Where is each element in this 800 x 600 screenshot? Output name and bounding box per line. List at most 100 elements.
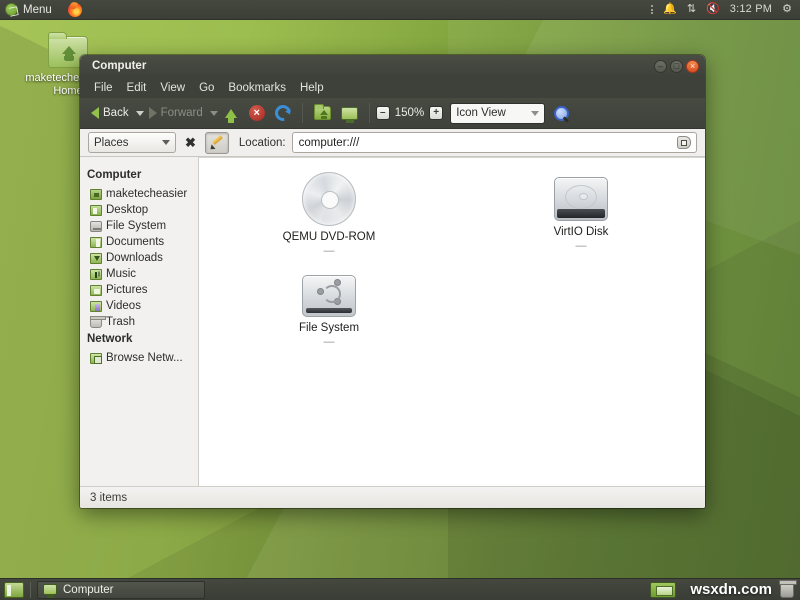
sidebar-item-maketecheasier[interactable]: maketecheasier: [80, 186, 198, 202]
location-input[interactable]: computer:///: [292, 132, 697, 153]
menu-button[interactable]: Menu: [0, 0, 59, 20]
close-icon: ×: [687, 61, 698, 72]
sidebar-item-label: Browse Netw...: [106, 352, 183, 364]
reload-button[interactable]: [270, 102, 296, 124]
zoom-in-icon: +: [433, 108, 439, 118]
maximize-button[interactable]: □: [670, 60, 683, 73]
sidebar-item-pictures[interactable]: Pictures: [80, 282, 198, 298]
sidebar-item-file-system[interactable]: File System: [80, 218, 198, 234]
places-select[interactable]: Places: [88, 132, 176, 153]
back-button[interactable]: Back: [86, 104, 134, 122]
zoom-level-label: 150%: [395, 107, 424, 119]
list-item[interactable]: VirtIO Disk —: [506, 172, 656, 252]
view-mode-value: Icon View: [456, 107, 506, 119]
system-tray: 🔔 ⇅ 🔇 3:12 PM ⚙: [651, 0, 800, 20]
computer-button[interactable]: [336, 104, 363, 123]
forward-button[interactable]: Forward: [144, 104, 208, 122]
file-manager-window: Computer – □ × File Edit View Go Bookmar…: [80, 55, 705, 508]
menu-edit[interactable]: Edit: [121, 80, 153, 96]
list-item[interactable]: File System —: [254, 268, 404, 348]
bell-icon[interactable]: 🔔: [663, 4, 677, 15]
forward-label: Forward: [161, 107, 203, 119]
window-controls: – □ ×: [654, 60, 699, 73]
zoom-in-button[interactable]: +: [429, 106, 443, 120]
sidebar-item-music[interactable]: Music: [80, 266, 198, 282]
item-sublabel: —: [254, 245, 404, 257]
window-title: Computer: [92, 60, 146, 72]
sidebar-item-label: Documents: [106, 236, 164, 248]
stop-icon: ×: [249, 105, 265, 121]
watermark-text: wsxdn.com: [690, 581, 772, 598]
documents-icon: [90, 237, 102, 248]
computer-monitor-icon: [341, 107, 358, 120]
clock[interactable]: 3:12 PM: [730, 4, 772, 15]
sidebar-item-videos[interactable]: Videos: [80, 298, 198, 314]
computer-monitor-icon: [43, 584, 57, 595]
home-icon: [90, 189, 102, 200]
menu-view[interactable]: View: [154, 80, 191, 96]
sidebar-item-browse-network[interactable]: Browse Netw...: [80, 350, 198, 366]
back-history-caret-icon[interactable]: [136, 111, 144, 116]
item-sublabel: —: [506, 240, 656, 252]
up-button[interactable]: [218, 106, 244, 121]
statusbar: 3 items: [80, 486, 705, 508]
speaker-muted-icon[interactable]: 🔇: [706, 4, 720, 15]
sidebar-item-label: Pictures: [106, 284, 148, 296]
reload-icon: [272, 102, 294, 124]
menu-file[interactable]: File: [88, 80, 119, 96]
sidebar-section-computer: Computer: [80, 166, 198, 186]
file-view[interactable]: QEMU DVD-ROM — VirtIO Disk — File System…: [199, 157, 705, 486]
taskbar-button-computer[interactable]: Computer: [37, 581, 205, 599]
stop-button[interactable]: ×: [244, 102, 270, 124]
clear-entry-icon[interactable]: [677, 136, 691, 149]
linux-mint-logo-icon: [5, 3, 18, 16]
more-dots-icon[interactable]: [651, 5, 653, 14]
close-button[interactable]: ×: [686, 60, 699, 73]
sidebar-item-desktop[interactable]: Desktop: [80, 202, 198, 218]
network-up-down-icon[interactable]: ⇅: [687, 4, 696, 15]
network-browse-icon: [90, 353, 102, 364]
minimize-button[interactable]: –: [654, 60, 667, 73]
menu-help[interactable]: Help: [294, 80, 330, 96]
menu-bookmarks[interactable]: Bookmarks: [222, 80, 292, 96]
bottom-panel: Computer wsxdn.com: [0, 578, 800, 600]
sidebar: Computer maketecheasier Desktop File Sys…: [80, 157, 199, 486]
sidebar-item-downloads[interactable]: Downloads: [80, 250, 198, 266]
sidebar-item-documents[interactable]: Documents: [80, 234, 198, 250]
sidebar-item-label: Music: [106, 268, 136, 280]
home-button[interactable]: [309, 103, 336, 123]
pencil-edit-icon[interactable]: [205, 132, 229, 154]
sidebar-item-trash[interactable]: Trash: [80, 314, 198, 330]
ubuntu-drive-icon: [302, 275, 356, 317]
status-text: 3 items: [90, 492, 127, 504]
back-label: Back: [103, 107, 129, 119]
list-item[interactable]: QEMU DVD-ROM —: [254, 172, 404, 257]
menu-go[interactable]: Go: [193, 80, 220, 96]
trash-icon[interactable]: [780, 582, 794, 598]
search-icon[interactable]: [554, 106, 569, 121]
view-mode-select[interactable]: Icon View: [450, 103, 545, 124]
power-gear-icon[interactable]: ⚙: [782, 4, 792, 15]
firefox-icon[interactable]: [68, 3, 82, 17]
stop-glyph: ×: [254, 108, 260, 119]
ubuntu-logo-icon: [318, 280, 342, 304]
toolbar-separator: [369, 103, 370, 123]
toolbar: Back Forward × – 150% + Icon View: [80, 98, 705, 129]
zoom-out-button[interactable]: –: [376, 106, 390, 120]
chevron-down-icon: [531, 111, 539, 116]
location-label: Location:: [239, 137, 286, 149]
sidebar-section-network: Network: [80, 330, 198, 350]
workspace-switcher-icon[interactable]: [650, 582, 676, 598]
window-titlebar[interactable]: Computer – □ ×: [80, 55, 705, 77]
home-folder-icon: [314, 106, 331, 120]
close-sidebar-icon[interactable]: ✖: [182, 134, 199, 151]
item-label: VirtIO Disk: [506, 226, 656, 238]
taskbar-button-label: Computer: [63, 584, 114, 596]
downloads-icon: [90, 253, 102, 264]
sidebar-item-label: Downloads: [106, 252, 163, 264]
icon-grid: QEMU DVD-ROM — VirtIO Disk — File System…: [199, 158, 705, 486]
menubar: File Edit View Go Bookmarks Help: [80, 77, 705, 98]
show-desktop-icon[interactable]: [4, 582, 24, 598]
forward-history-caret-icon[interactable]: [210, 111, 218, 116]
sidebar-item-label: maketecheasier: [106, 188, 187, 200]
